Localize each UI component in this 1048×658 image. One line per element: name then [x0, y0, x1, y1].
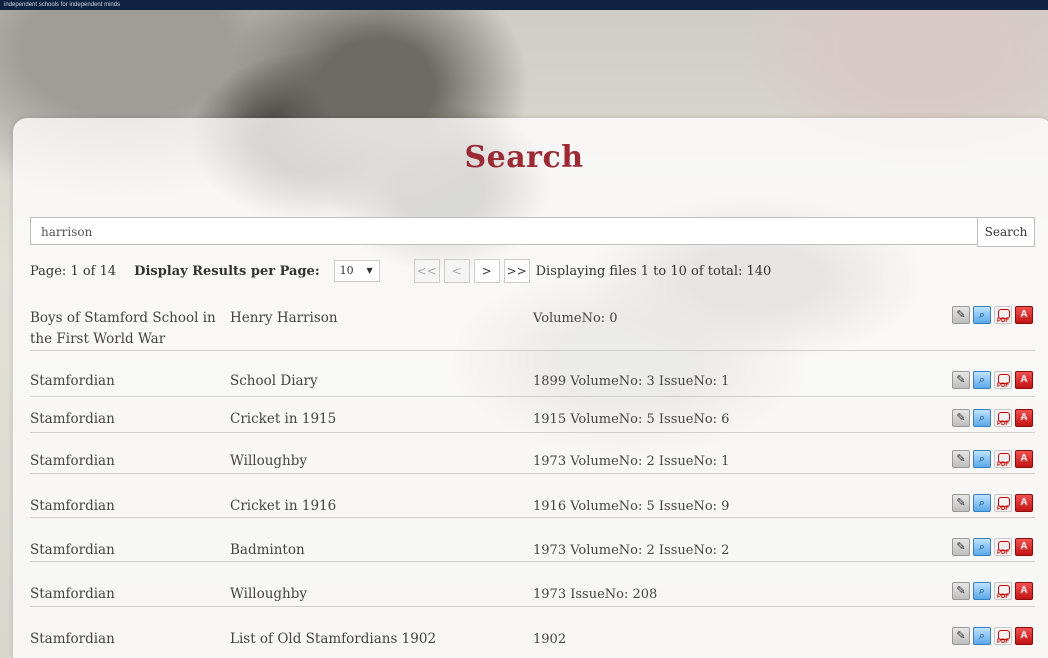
search-input[interactable]: harrison — [30, 217, 977, 245]
acrobat-icon[interactable]: A — [1015, 538, 1033, 556]
acrobat-icon[interactable]: A — [1015, 409, 1033, 427]
magnifier-icon[interactable]: ⌕ — [973, 494, 991, 512]
acrobat-icon[interactable]: A — [1015, 371, 1033, 389]
acrobat-icon[interactable]: A — [1015, 627, 1033, 645]
results-list: Boys of Stamford School in the First Wor… — [30, 298, 1035, 657]
magnifier-icon[interactable]: ⌕ — [973, 538, 991, 556]
results-summary: Displaying files 1 to 10 of total: 140 — [535, 263, 772, 279]
result-row: Stamfordian Cricket in 1915 1915 VolumeN… — [30, 397, 1035, 433]
acrobat-icon[interactable]: A — [1015, 450, 1033, 468]
result-actions: ✎ ⌕ PDF A — [952, 371, 1033, 389]
search-button[interactable]: Search — [977, 217, 1035, 247]
result-details: 1915 VolumeNo: 5 IssueNo: 6 — [533, 412, 730, 427]
pdf-file-icon[interactable]: PDF — [994, 538, 1012, 556]
result-publication: Stamfordian — [30, 411, 115, 427]
pdf-file-icon[interactable]: PDF — [994, 582, 1012, 600]
result-actions: ✎ ⌕ PDF A — [952, 306, 1033, 324]
pdf-file-icon[interactable]: PDF — [994, 450, 1012, 468]
prev-page-button[interactable]: < — [443, 259, 470, 283]
result-details: 1973 IssueNo: 208 — [533, 587, 658, 602]
result-row: Stamfordian Badminton 1973 VolumeNo: 2 I… — [30, 518, 1035, 562]
pdf-file-icon[interactable]: PDF — [994, 494, 1012, 512]
result-title: Henry Harrison — [230, 310, 338, 326]
page-info: Page: 1 of 14 — [30, 263, 117, 279]
result-details: 1902 — [533, 632, 567, 647]
magnifier-icon[interactable]: ⌕ — [973, 409, 991, 427]
result-title: Willoughby — [230, 453, 308, 469]
pencil-icon[interactable]: ✎ — [952, 494, 970, 512]
search-bar: harrison Search — [30, 217, 1035, 247]
per-page-select[interactable]: 10 ▼ — [333, 260, 380, 282]
result-actions: ✎ ⌕ PDF A — [952, 494, 1033, 512]
pencil-icon[interactable]: ✎ — [952, 371, 970, 389]
result-publication: Stamfordian — [30, 373, 115, 389]
result-title: School Diary — [230, 373, 318, 389]
result-title: Badminton — [230, 542, 305, 558]
result-row: Stamfordian Cricket in 1916 1916 VolumeN… — [30, 474, 1035, 518]
result-publication: Stamfordian — [30, 631, 115, 647]
result-actions: ✎ ⌕ PDF A — [952, 627, 1033, 645]
site-tagline-bar: independent schools for independent mind… — [0, 0, 1048, 10]
result-actions: ✎ ⌕ PDF A — [952, 409, 1033, 427]
magnifier-icon[interactable]: ⌕ — [973, 450, 991, 468]
pdf-file-icon[interactable]: PDF — [994, 409, 1012, 427]
pencil-icon[interactable]: ✎ — [952, 582, 970, 600]
result-details: 1899 VolumeNo: 3 IssueNo: 1 — [533, 374, 730, 389]
magnifier-icon[interactable]: ⌕ — [973, 371, 991, 389]
first-page-button[interactable]: << — [413, 259, 440, 283]
result-details: 1916 VolumeNo: 5 IssueNo: 9 — [533, 499, 730, 514]
result-actions: ✎ ⌕ PDF A — [952, 450, 1033, 468]
acrobat-icon[interactable]: A — [1015, 582, 1033, 600]
pencil-icon[interactable]: ✎ — [952, 627, 970, 645]
result-publication: Stamfordian — [30, 498, 115, 514]
acrobat-icon[interactable]: A — [1015, 306, 1033, 324]
result-row: Stamfordian Willoughby 1973 VolumeNo: 2 … — [30, 433, 1035, 474]
result-title: Cricket in 1916 — [230, 498, 337, 514]
per-page-label: Display Results per Page: — [134, 263, 320, 279]
result-publication: Stamfordian — [30, 542, 115, 558]
result-actions: ✎ ⌕ PDF A — [952, 538, 1033, 556]
pencil-icon[interactable]: ✎ — [952, 409, 970, 427]
result-row: Stamfordian List of Old Stamfordians 190… — [30, 607, 1035, 657]
result-title: Willoughby — [230, 586, 308, 602]
next-page-button[interactable]: > — [473, 259, 500, 283]
magnifier-icon[interactable]: ⌕ — [973, 627, 991, 645]
result-row: Stamfordian School Diary 1899 VolumeNo: … — [30, 351, 1035, 397]
magnifier-icon[interactable]: ⌕ — [973, 582, 991, 600]
result-details: 1973 VolumeNo: 2 IssueNo: 2 — [533, 543, 730, 558]
result-title: List of Old Stamfordians 1902 — [230, 631, 437, 647]
pdf-file-icon[interactable]: PDF — [994, 306, 1012, 324]
last-page-button[interactable]: >> — [503, 259, 530, 283]
pdf-file-icon[interactable]: PDF — [994, 627, 1012, 645]
page-title: Search — [464, 140, 584, 175]
per-page-value: 10 — [339, 264, 354, 277]
result-row: Boys of Stamford School in the First Wor… — [30, 298, 1035, 351]
pagination-bar: Page: 1 of 14 Display Results per Page: … — [30, 259, 771, 283]
result-publication: Stamfordian — [30, 586, 115, 602]
pencil-icon[interactable]: ✎ — [952, 538, 970, 556]
result-publication: Stamfordian — [30, 453, 115, 469]
result-row: Stamfordian Willoughby 1973 IssueNo: 208… — [30, 562, 1035, 607]
result-publication: Boys of Stamford School in the First Wor… — [30, 310, 216, 347]
pdf-file-icon[interactable]: PDF — [994, 371, 1012, 389]
result-details: 1973 VolumeNo: 2 IssueNo: 1 — [533, 454, 730, 469]
pencil-icon[interactable]: ✎ — [952, 450, 970, 468]
result-details: VolumeNo: 0 — [533, 311, 618, 326]
acrobat-icon[interactable]: A — [1015, 494, 1033, 512]
chevron-down-icon: ▼ — [366, 266, 373, 275]
pencil-icon[interactable]: ✎ — [952, 306, 970, 324]
magnifier-icon[interactable]: ⌕ — [973, 306, 991, 324]
result-title: Cricket in 1915 — [230, 411, 337, 427]
site-tagline: independent schools for independent mind… — [4, 2, 121, 8]
result-actions: ✎ ⌕ PDF A — [952, 582, 1033, 600]
